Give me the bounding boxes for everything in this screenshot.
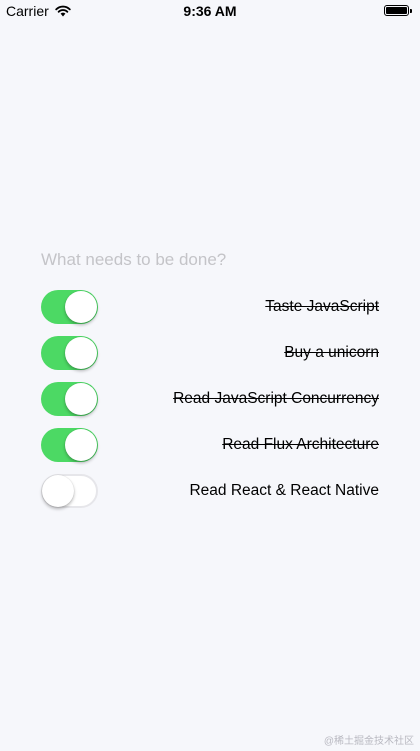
battery-cap — [410, 8, 412, 13]
todo-text: Buy a unicorn — [284, 344, 379, 361]
new-todo-input[interactable] — [41, 247, 381, 273]
toggle-knob — [65, 429, 97, 461]
todo-list: Taste JavaScript Buy a unicorn Read JavaSc… — [41, 284, 379, 514]
status-bar: Carrier 9:36 AM — [0, 0, 420, 24]
todo-toggle[interactable] — [41, 474, 98, 508]
todo-toggle[interactable] — [41, 382, 98, 416]
todo-text: Taste JavaScript — [265, 298, 379, 315]
toggle-knob — [65, 291, 97, 323]
battery-icon — [384, 5, 412, 16]
todo-item: Taste JavaScript — [41, 284, 379, 330]
todo-toggle[interactable] — [41, 290, 98, 324]
toggle-knob — [65, 383, 97, 415]
todo-text: Read JavaScript Concurrency — [173, 390, 379, 407]
todo-toggle[interactable] — [41, 428, 98, 462]
toggle-knob — [65, 337, 97, 369]
battery-body — [384, 5, 409, 16]
watermark: @稀土掘金技术社区 — [323, 736, 414, 747]
todo-text: Read React & React Native — [189, 482, 379, 499]
todo-item: Read Flux Architecture — [41, 422, 379, 468]
todo-text: Read Flux Architecture — [222, 436, 379, 453]
battery-fill — [386, 7, 407, 14]
toggle-knob — [42, 475, 74, 507]
todo-item: Read React & React Native — [41, 468, 379, 514]
todo-item: Read JavaScript Concurrency — [41, 376, 379, 422]
todo-item: Buy a unicorn — [41, 330, 379, 376]
status-time: 9:36 AM — [183, 3, 237, 19]
todo-toggle[interactable] — [41, 336, 98, 370]
